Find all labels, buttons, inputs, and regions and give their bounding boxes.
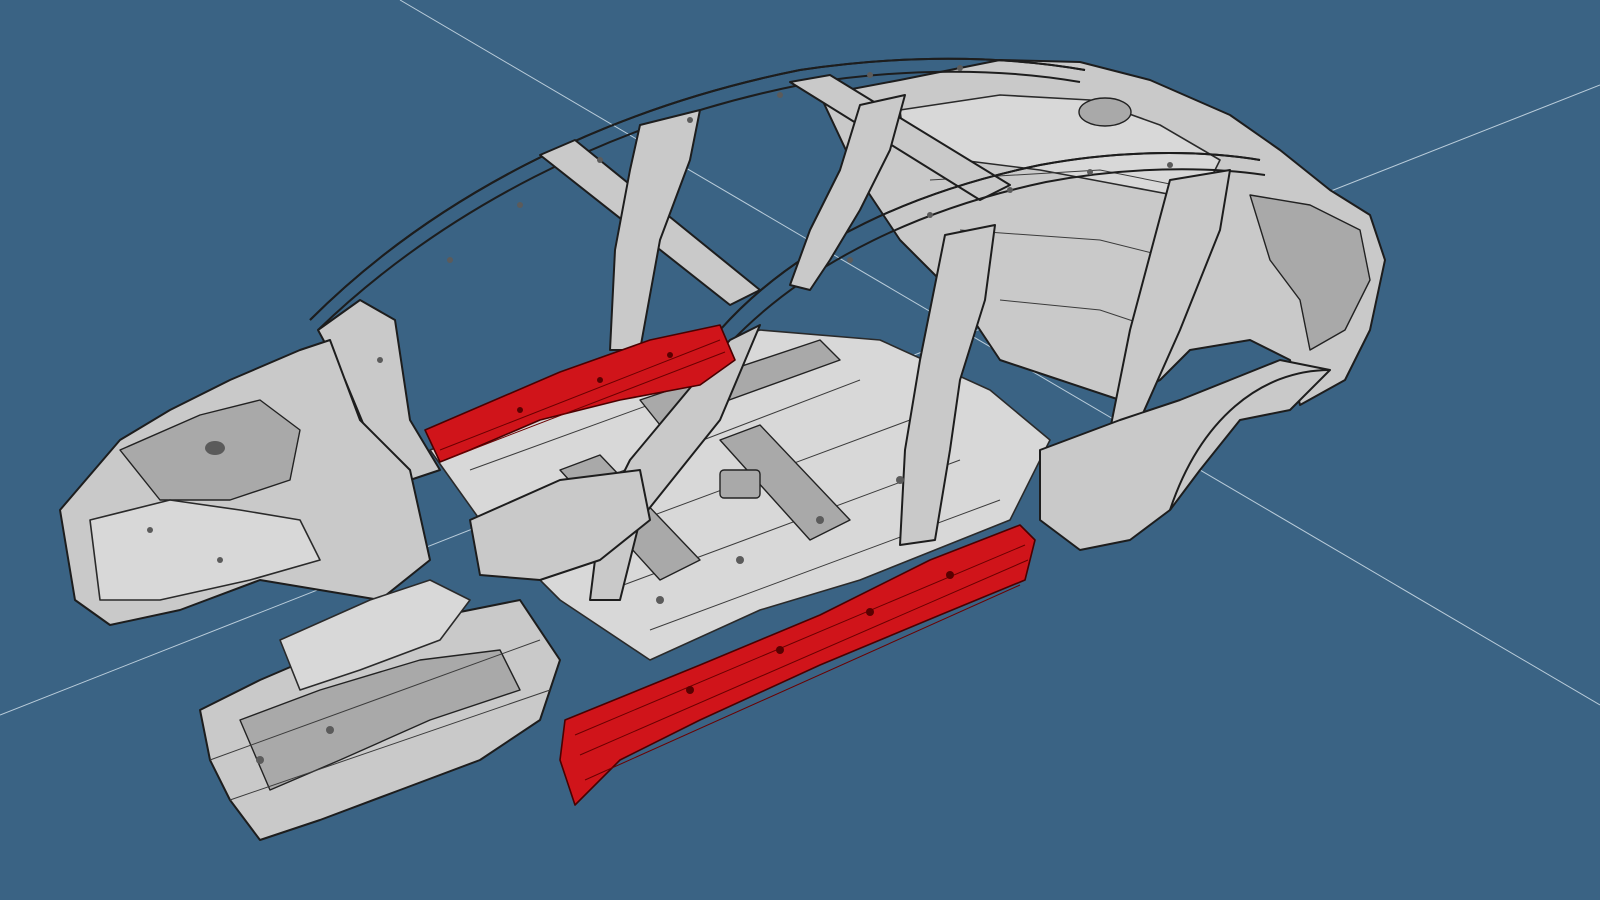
body-in-white-model[interactable]	[0, 0, 1600, 900]
3d-viewport[interactable]	[0, 0, 1600, 900]
